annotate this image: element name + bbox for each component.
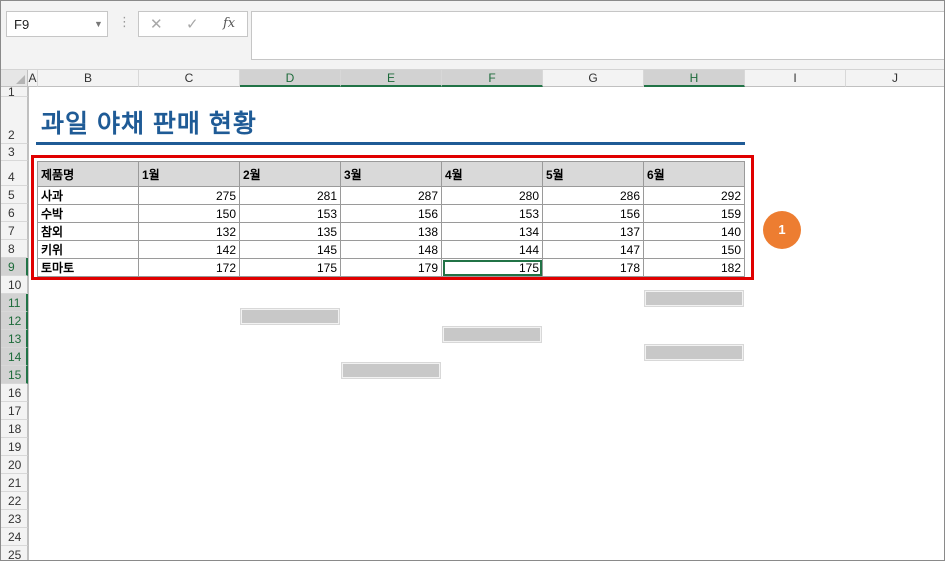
row-header-3[interactable]: 3: [0, 144, 28, 161]
column-header-g[interactable]: G: [543, 70, 644, 87]
select-all-icon: [16, 75, 25, 84]
placeholder-shape[interactable]: [644, 290, 744, 307]
row-header-10[interactable]: 10: [0, 276, 28, 294]
placeholder-shape[interactable]: [644, 344, 744, 361]
row-header-9[interactable]: 9: [0, 258, 28, 276]
column-header-i[interactable]: I: [745, 70, 846, 87]
sheet-title[interactable]: 과일 야채 판매 현황: [41, 104, 257, 140]
row-header-4[interactable]: 4: [0, 161, 28, 186]
row-header-25[interactable]: 25: [0, 546, 28, 561]
column-header-f[interactable]: F: [442, 70, 543, 87]
step-badge: 1: [763, 211, 801, 249]
highlight-box: [31, 155, 754, 280]
formula-bar-area: F9 ▼ ⋮ ✕ ✓ fx: [0, 0, 945, 70]
row-header-7[interactable]: 7: [0, 222, 28, 240]
enter-check-icon[interactable]: ✓: [186, 15, 199, 33]
row-header-11[interactable]: 11: [0, 294, 28, 312]
column-header-h[interactable]: H: [644, 70, 745, 87]
column-header-j[interactable]: J: [846, 70, 945, 87]
grid-divider: [28, 87, 29, 561]
placeholder-shape[interactable]: [240, 308, 340, 325]
row-header-19[interactable]: 19: [0, 438, 28, 456]
row-header-24[interactable]: 24: [0, 528, 28, 546]
row-header-1[interactable]: 1: [0, 86, 28, 98]
formula-input[interactable]: [251, 11, 945, 60]
column-header-b[interactable]: B: [38, 70, 139, 87]
row-header-15[interactable]: 15: [0, 366, 28, 384]
row-header-16[interactable]: 16: [0, 384, 28, 402]
column-header-a[interactable]: A: [28, 70, 38, 87]
cancel-icon[interactable]: ✕: [150, 15, 163, 33]
row-header-17[interactable]: 17: [0, 402, 28, 420]
row-header-12[interactable]: 12: [0, 312, 28, 330]
placeholder-shape[interactable]: [341, 362, 441, 379]
title-underline: [36, 142, 745, 145]
row-header-23[interactable]: 23: [0, 510, 28, 528]
name-box-value: F9: [14, 17, 30, 32]
formula-buttons: ✕ ✓ fx: [138, 11, 248, 37]
name-box[interactable]: F9 ▼: [6, 11, 108, 37]
chevron-down-icon[interactable]: ▼: [94, 19, 103, 29]
column-header-c[interactable]: C: [139, 70, 240, 87]
row-header-6[interactable]: 6: [0, 204, 28, 222]
placeholder-shape[interactable]: [442, 326, 542, 343]
row-header-18[interactable]: 18: [0, 420, 28, 438]
insert-function-icon[interactable]: fx: [223, 16, 235, 31]
row-header-13[interactable]: 13: [0, 330, 28, 348]
row-header-14[interactable]: 14: [0, 348, 28, 366]
drag-handle-icon[interactable]: ⋮: [118, 14, 131, 30]
row-header-8[interactable]: 8: [0, 240, 28, 258]
column-header-e[interactable]: E: [341, 70, 442, 87]
column-header-d[interactable]: D: [240, 70, 341, 87]
row-header-21[interactable]: 21: [0, 474, 28, 492]
row-header-5[interactable]: 5: [0, 186, 28, 204]
row-header-2[interactable]: 2: [0, 97, 28, 144]
row-header-22[interactable]: 22: [0, 492, 28, 510]
row-header-20[interactable]: 20: [0, 456, 28, 474]
